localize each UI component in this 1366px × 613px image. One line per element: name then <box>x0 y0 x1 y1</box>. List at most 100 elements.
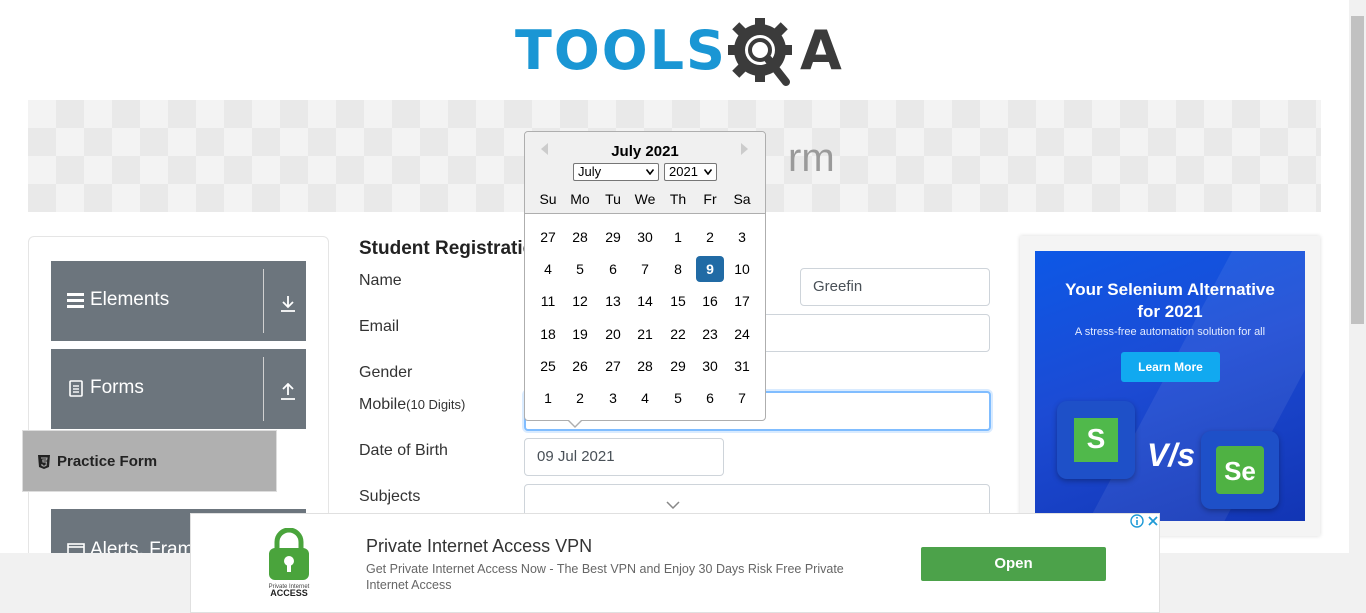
html5-icon <box>38 455 50 469</box>
calendar-day[interactable]: 25 <box>534 353 562 379</box>
calendar-day[interactable]: 5 <box>566 256 594 282</box>
calendar-day[interactable]: 14 <box>631 288 659 314</box>
date-of-birth-input[interactable]: 09 Jul 2021 <box>524 438 724 476</box>
logo-text: TOOLS <box>515 19 727 82</box>
sidebar-group-label: Elements <box>90 289 170 310</box>
calendar-day[interactable]: 4 <box>534 256 562 282</box>
day-name: Th <box>669 191 687 207</box>
form-title: Student Registratio <box>359 238 535 259</box>
datepicker-header: July 2021 July 2021 Su Mo Tu We Th Fr Sa <box>525 132 765 214</box>
gear-magnifier-icon <box>728 18 792 86</box>
calendar-day[interactable]: 11 <box>534 288 562 314</box>
day-name: Su <box>539 191 557 207</box>
email-label: Email <box>359 318 400 335</box>
month-select[interactable]: July <box>573 163 659 181</box>
ad-bottom-banner[interactable]: Private Internet ACCESS Private Internet… <box>190 513 1160 613</box>
calendar-day[interactable]: 27 <box>599 353 627 379</box>
mobile-label: Mobile(10 Digits) <box>359 396 465 414</box>
calendar-day[interactable]: 4 <box>631 385 659 411</box>
open-button[interactable]: Open <box>921 547 1106 581</box>
logo-letter-a: A <box>800 19 842 82</box>
calendar-day[interactable]: 30 <box>696 353 724 379</box>
sidebar-item-practice-form[interactable]: Practice Form <box>22 430 277 492</box>
day-name: We <box>634 191 656 207</box>
info-icon[interactable] <box>1130 514 1144 528</box>
datepicker-month-title: July 2021 <box>611 143 679 160</box>
calendar-day[interactable]: 16 <box>696 288 724 314</box>
sidebar-group-label: Forms <box>90 377 144 398</box>
calendar-day[interactable]: 28 <box>566 224 594 250</box>
day-name: Tu <box>605 191 621 207</box>
close-icon[interactable] <box>1146 514 1160 528</box>
ad-versus-text: V/s <box>1147 437 1196 473</box>
email-input[interactable] <box>760 314 990 352</box>
chevron-down-icon[interactable] <box>666 500 680 510</box>
ad-bottom-title[interactable]: Private Internet Access VPN <box>366 536 592 557</box>
calendar-day[interactable]: 29 <box>599 224 627 250</box>
subjects-label: Subjects <box>359 488 421 505</box>
datepicker-popup: July 2021 July 2021 Su Mo Tu We Th Fr Sa… <box>524 131 766 421</box>
calendar-day[interactable]: 24 <box>728 321 756 347</box>
calendar-day[interactable]: 7 <box>728 385 756 411</box>
mobile-hint: (10 Digits) <box>406 397 466 412</box>
calendar-day[interactable]: 2 <box>696 224 724 250</box>
calendar-day[interactable]: 13 <box>599 288 627 314</box>
download-arrow-icon[interactable] <box>279 295 297 313</box>
sidebar-item-label: Practice Form <box>57 453 158 470</box>
calendar-day[interactable]: 6 <box>599 256 627 282</box>
calendar-day[interactable]: 6 <box>696 385 724 411</box>
sidebar-group-forms[interactable]: Forms <box>51 349 306 429</box>
toolsqa-logo[interactable]: TOOLS A <box>515 14 842 92</box>
dob-label: Date of Birth <box>359 442 448 459</box>
calendar-day[interactable]: 5 <box>664 385 692 411</box>
calendar-day[interactable]: 10 <box>728 256 756 282</box>
ad-product-logo: S <box>1074 418 1118 462</box>
calendar-day[interactable]: 23 <box>696 321 724 347</box>
vpn-logo-caption-2: ACCESS <box>270 588 308 598</box>
ad-tile-letter: S <box>1086 423 1106 454</box>
year-select[interactable]: 2021 <box>664 163 717 181</box>
calendar-day[interactable]: 29 <box>664 353 692 379</box>
chevron-down-icon <box>646 169 654 175</box>
month-select-value: July <box>578 164 602 179</box>
calendar-day[interactable]: 20 <box>599 321 627 347</box>
divider <box>263 269 264 333</box>
calendar-day[interactable]: 31 <box>728 353 756 379</box>
datepicker-pointer-inner <box>568 419 582 426</box>
calendar-day[interactable]: 21 <box>631 321 659 347</box>
calendar-day[interactable]: 3 <box>728 224 756 250</box>
last-name-input[interactable]: Greefin <box>800 268 990 306</box>
calendar-day[interactable]: 3 <box>599 385 627 411</box>
day-name: Fr <box>703 191 717 207</box>
scrollbar-thumb[interactable] <box>1351 16 1364 324</box>
banner-title: rm <box>788 136 835 180</box>
sidebar-group-elements[interactable]: Elements <box>51 261 306 341</box>
calendar-day[interactable]: 1 <box>534 385 562 411</box>
calendar-day[interactable]: 17 <box>728 288 756 314</box>
calendar-day[interactable]: 27 <box>534 224 562 250</box>
calendar-day[interactable]: 19 <box>566 321 594 347</box>
calendar-day-selected[interactable]: 9 <box>696 256 724 282</box>
calendar-day[interactable]: 2 <box>566 385 594 411</box>
ad-selenium-tile: Se <box>1201 431 1279 509</box>
calendar-day[interactable]: 30 <box>631 224 659 250</box>
calendar-day[interactable]: 7 <box>631 256 659 282</box>
calendar-day[interactable]: 26 <box>566 353 594 379</box>
calendar-day[interactable]: 18 <box>534 321 562 347</box>
learn-more-button[interactable]: Learn More <box>1121 352 1220 382</box>
ad-right-banner[interactable]: Your Selenium Alternative for 2021 A str… <box>1035 251 1305 521</box>
ad-right-headline-line2: for 2021 <box>1137 302 1203 321</box>
day-name: Sa <box>733 191 751 207</box>
day-name: Mo <box>570 191 590 207</box>
calendar-day[interactable]: 1 <box>664 224 692 250</box>
calendar-day[interactable]: 12 <box>566 288 594 314</box>
ad-right-subtitle: A stress-free automation solution for al… <box>1074 326 1266 338</box>
upload-arrow-icon[interactable] <box>279 383 297 401</box>
calendar-day[interactable]: 8 <box>664 256 692 282</box>
ad-right-headline: Your Selenium Alternative for 2021 <box>1035 279 1305 323</box>
calendar-day[interactable]: 22 <box>664 321 692 347</box>
next-month-icon[interactable] <box>741 143 748 155</box>
calendar-day[interactable]: 15 <box>664 288 692 314</box>
calendar-day[interactable]: 28 <box>631 353 659 379</box>
mobile-label-text: Mobile <box>359 396 407 413</box>
